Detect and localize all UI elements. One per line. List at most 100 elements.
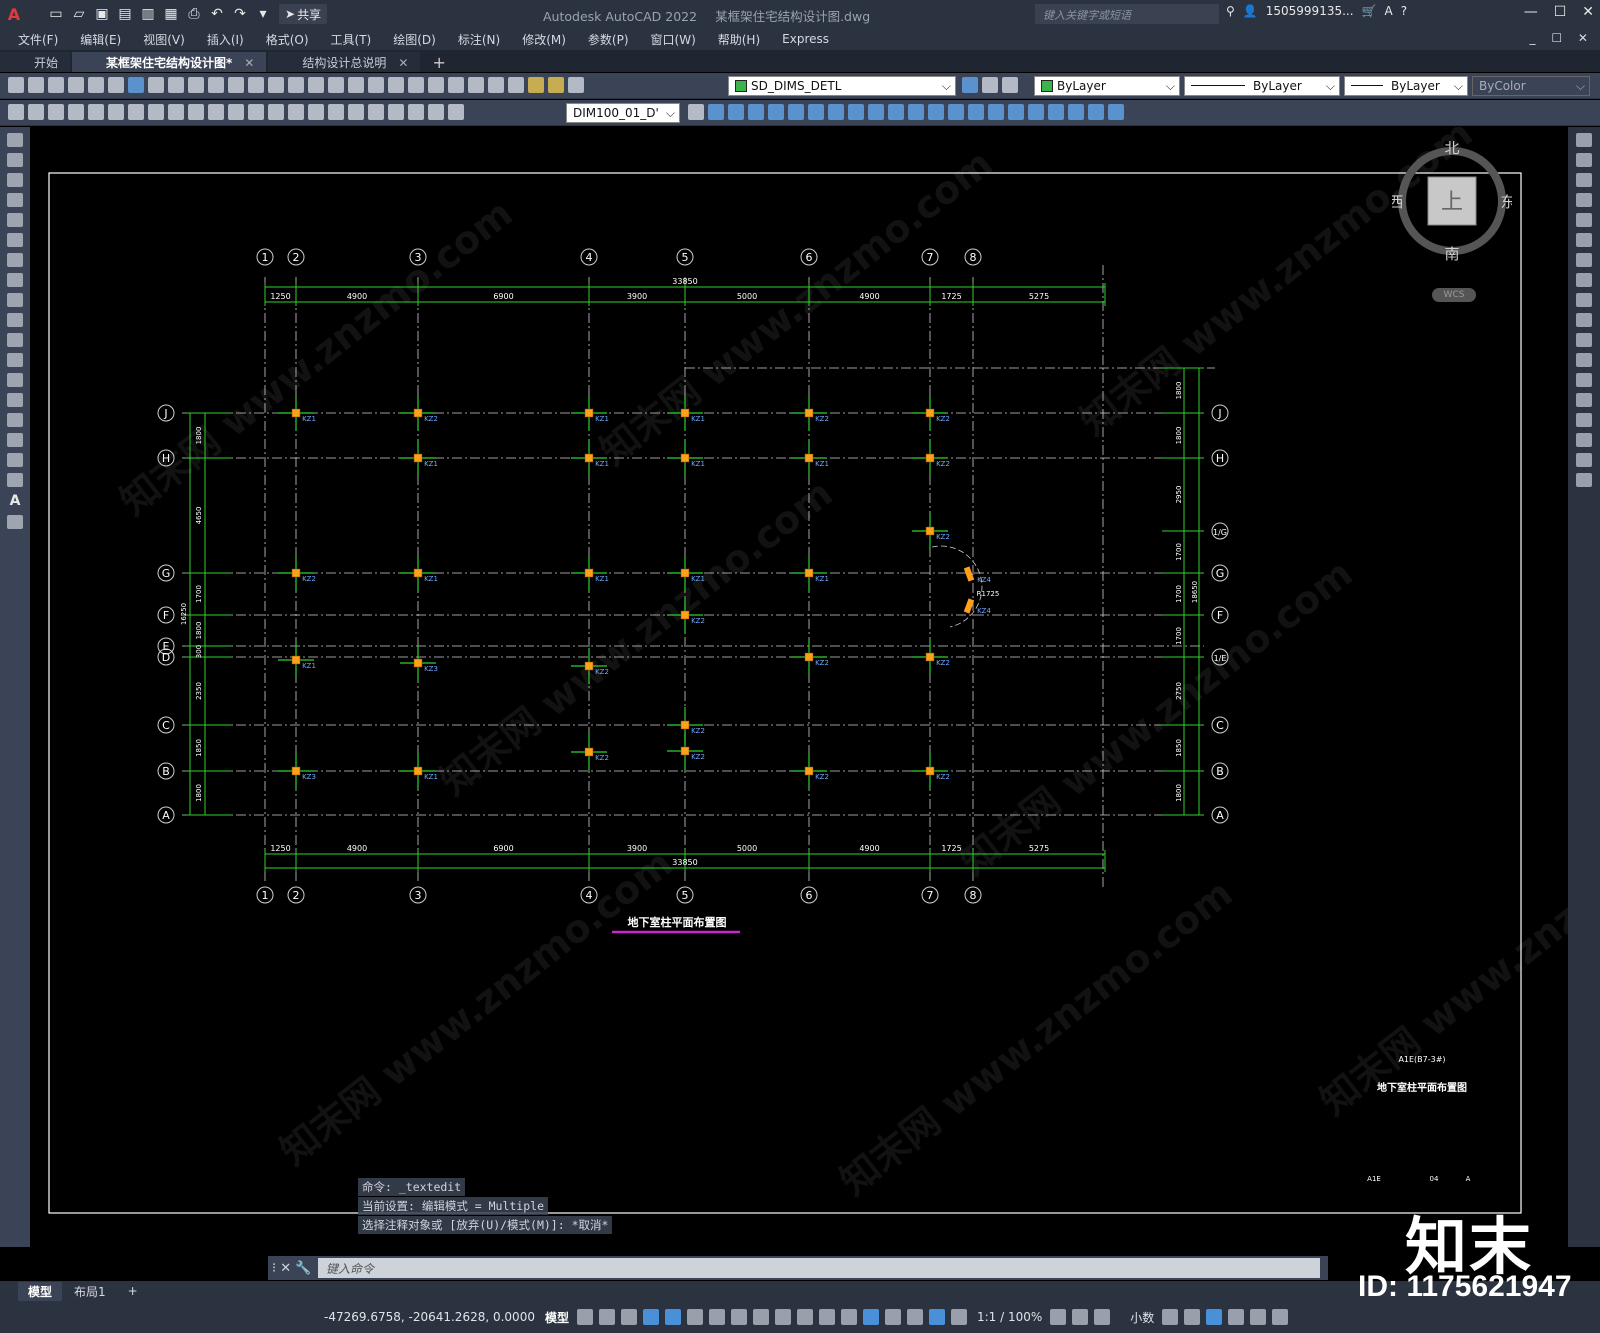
annotation-visibility-icon[interactable]: [928, 1309, 945, 1325]
gradient-icon[interactable]: [7, 433, 23, 447]
menu-window[interactable]: 窗口(W): [651, 31, 696, 48]
offset-icon[interactable]: [1576, 193, 1592, 207]
add-selected-icon[interactable]: [7, 515, 23, 529]
save-icon[interactable]: ▣: [92, 4, 112, 24]
properties-icon[interactable]: [368, 77, 384, 93]
customize-arrow-icon[interactable]: ▾: [253, 4, 273, 24]
undo-icon[interactable]: ↶: [207, 4, 227, 24]
layer-dropdown[interactable]: SD_DIMS_DETL ⌵: [728, 76, 956, 96]
lineweight-dropdown[interactable]: ByLayer ⌵: [1344, 76, 1468, 96]
layer-lock-icon[interactable]: [568, 77, 584, 93]
menu-modify[interactable]: 修改(M): [522, 31, 566, 48]
menu-file[interactable]: 文件(F): [18, 31, 58, 48]
ellipse-arc-icon[interactable]: [7, 333, 23, 347]
gizmo-icon[interactable]: [906, 1309, 923, 1325]
search-input[interactable]: 键入关键字或短语: [1035, 4, 1219, 24]
make-block-icon[interactable]: [7, 373, 23, 387]
explode-icon[interactable]: [1008, 104, 1024, 120]
break-at-point-icon[interactable]: [1576, 353, 1592, 367]
zoom-window-icon[interactable]: [328, 77, 344, 93]
break-icon[interactable]: [1576, 373, 1592, 387]
menu-view[interactable]: 视图(V): [143, 31, 185, 48]
dim-update-icon[interactable]: [448, 104, 464, 120]
open-web-icon[interactable]: ▥: [138, 4, 158, 24]
dim-continue-icon[interactable]: [268, 104, 284, 120]
tab-structure-drawing[interactable]: 某框架住宅结构设计图* ✕: [72, 52, 267, 72]
compass-east[interactable]: 东: [1500, 193, 1512, 211]
trim-icon[interactable]: [1576, 313, 1592, 327]
menu-help[interactable]: 帮助(H): [718, 31, 760, 48]
close-tab-icon[interactable]: ✕: [398, 56, 408, 70]
lineweight-icon[interactable]: [774, 1309, 791, 1325]
rotate-icon[interactable]: [1576, 253, 1592, 267]
join-icon[interactable]: [1576, 393, 1592, 407]
viewcube[interactable]: 上 北 南 西 东: [1392, 141, 1512, 261]
break-icon[interactable]: [928, 104, 944, 120]
layer-thaw-sun-icon[interactable]: [548, 77, 564, 93]
new-file-icon[interactable]: ▭: [46, 4, 66, 24]
menu-insert[interactable]: 插入(I): [207, 31, 244, 48]
circle-icon[interactable]: [7, 253, 23, 267]
reverse-icon[interactable]: [1088, 104, 1104, 120]
quick-dim-icon[interactable]: [228, 104, 244, 120]
color-dropdown[interactable]: ByLayer ⌵: [1034, 76, 1180, 96]
extend-icon[interactable]: [908, 104, 924, 120]
web-icon[interactable]: [128, 77, 144, 93]
close-tab-icon[interactable]: ✕: [244, 56, 254, 70]
fillet-icon[interactable]: [1576, 433, 1592, 447]
menu-format[interactable]: 格式(O): [266, 31, 309, 48]
aligned-dim-icon[interactable]: [28, 104, 44, 120]
layer-state-icon[interactable]: [1002, 77, 1018, 93]
layer-on-bulb-icon[interactable]: [528, 77, 544, 93]
zoom-realtime-icon[interactable]: [308, 77, 324, 93]
tolerance-icon[interactable]: [328, 104, 344, 120]
construction-line-icon[interactable]: [7, 153, 23, 167]
zoom-previous-icon[interactable]: [348, 77, 364, 93]
dim-break-icon[interactable]: [308, 104, 324, 120]
dynamic-input-icon[interactable]: [642, 1309, 659, 1325]
autodesk-account-icon[interactable]: A: [1385, 4, 1393, 18]
compass-south[interactable]: 南: [1444, 245, 1459, 261]
copy-icon[interactable]: [1576, 153, 1592, 167]
dim-baseline-icon[interactable]: [248, 104, 264, 120]
region-icon[interactable]: [1108, 104, 1124, 120]
polar-icon[interactable]: [686, 1309, 703, 1325]
blend-curves-icon[interactable]: [1576, 453, 1592, 467]
array-icon[interactable]: [788, 104, 804, 120]
offset-icon[interactable]: [768, 104, 784, 120]
revision-cloud-icon[interactable]: [7, 273, 23, 287]
stretch-icon[interactable]: [1576, 293, 1592, 307]
center-mark-icon[interactable]: [348, 104, 364, 120]
chamfer-icon[interactable]: [1576, 413, 1592, 427]
selection-filter-icon[interactable]: [884, 1309, 901, 1325]
object-snap-icon[interactable]: [752, 1309, 769, 1325]
add-layout-icon[interactable]: +: [118, 1283, 148, 1299]
dim-style-icon[interactable]: [688, 104, 704, 120]
tab-start[interactable]: 开始: [0, 52, 71, 72]
menu-parametric[interactable]: 参数(P): [588, 31, 629, 48]
new-tab-icon[interactable]: +: [422, 53, 455, 72]
isolate-objects-icon[interactable]: [1206, 1309, 1223, 1325]
clean-screen-icon[interactable]: [1250, 1309, 1267, 1325]
match-properties-icon[interactable]: [208, 77, 224, 93]
command-line-controls[interactable]: ⁝ ✕ 🔧: [268, 1261, 318, 1276]
save-icon[interactable]: [48, 77, 64, 93]
quickcalc-icon[interactable]: [468, 77, 484, 93]
dim-jogged-icon[interactable]: [168, 104, 184, 120]
mirror-icon[interactable]: [1576, 173, 1592, 187]
cut-icon[interactable]: [148, 77, 164, 93]
layer-properties-icon[interactable]: [508, 77, 524, 93]
search-icon[interactable]: ⚲: [1226, 4, 1235, 18]
pan-icon[interactable]: [288, 77, 304, 93]
menu-express[interactable]: Express: [782, 32, 829, 46]
chamfer-icon[interactable]: [968, 104, 984, 120]
workspace-gear-icon[interactable]: [1050, 1309, 1067, 1325]
polyline-icon[interactable]: [7, 173, 23, 187]
dim-diameter-icon[interactable]: [188, 104, 204, 120]
menu-edit[interactable]: 编辑(E): [80, 31, 121, 48]
arc-icon[interactable]: [7, 233, 23, 247]
auto-scale-icon[interactable]: [950, 1309, 967, 1325]
maximize-button[interactable]: ☐: [1554, 4, 1567, 20]
move-icon[interactable]: [1576, 233, 1592, 247]
cart-icon[interactable]: 🛒: [1362, 4, 1377, 18]
